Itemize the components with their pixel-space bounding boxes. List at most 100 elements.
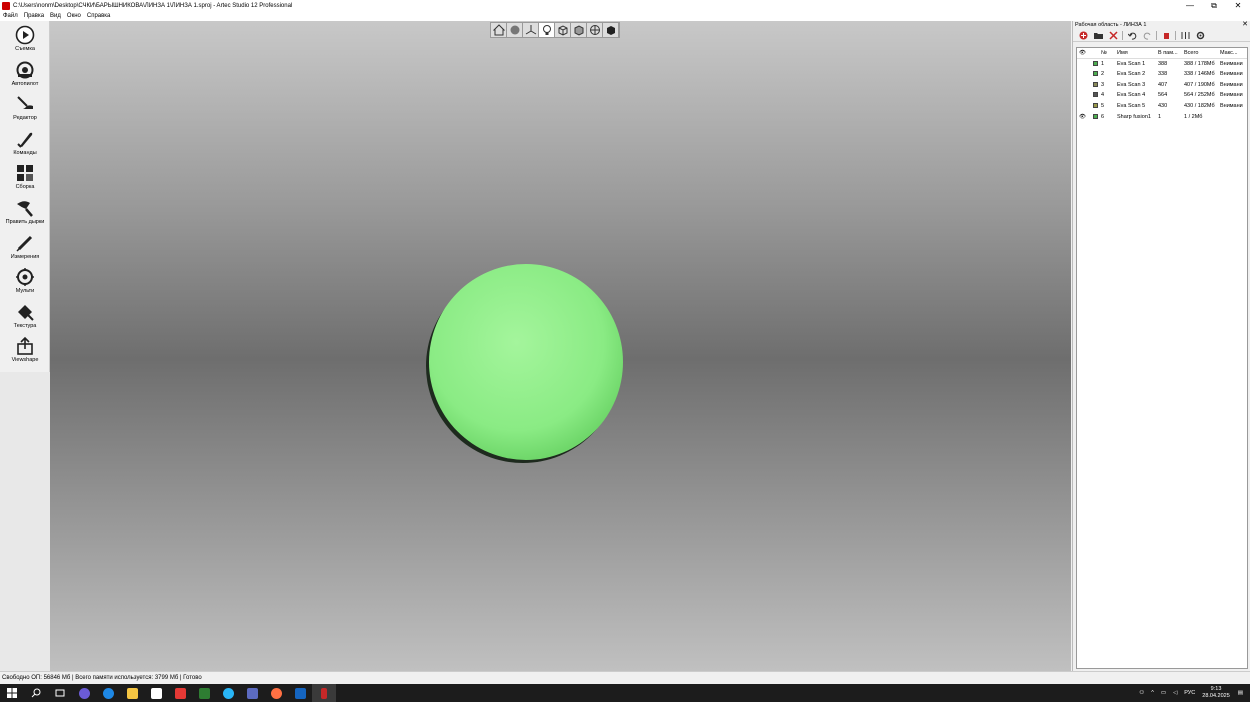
taskbar-app[interactable] — [72, 684, 96, 702]
visibility-column-header[interactable]: 👁 — [1077, 48, 1091, 59]
add-scan-button[interactable] — [1077, 30, 1089, 40]
pdf-icon — [174, 687, 186, 699]
undo-button[interactable] — [1126, 30, 1138, 40]
taskbar-app[interactable] — [168, 684, 192, 702]
volume-icon[interactable]: ◁ — [1173, 690, 1177, 696]
menu-window[interactable]: Окно — [67, 13, 81, 19]
excel-icon — [198, 687, 210, 699]
menu-edit[interactable]: Правка — [24, 13, 44, 19]
view-cube-2-button[interactable] — [571, 23, 587, 37]
number-column-header[interactable]: № — [1099, 48, 1115, 59]
open-folder-button[interactable] — [1092, 30, 1104, 40]
taskbar-app[interactable] — [96, 684, 120, 702]
network-icon[interactable]: ▭ — [1161, 690, 1166, 696]
people-icon[interactable]: ⚇ — [1139, 690, 1144, 696]
scan-total: 388 / 178Мб — [1184, 60, 1215, 67]
table-row[interactable]: 1 Eva Scan 1 388 388 / 178Мб Внимани — [1077, 58, 1247, 69]
panel-toolbar — [1073, 29, 1250, 42]
tool-editor[interactable]: Редактор — [0, 90, 50, 125]
visibility-toggle[interactable] — [1077, 79, 1091, 90]
redo-icon — [1143, 32, 1150, 40]
tool-assembly[interactable]: Сборка — [0, 159, 50, 194]
table-row[interactable]: 4 Eva Scan 4 564 564 / 252Мб Внимани — [1077, 90, 1247, 101]
taskbar-app[interactable] — [120, 684, 144, 702]
search-button[interactable] — [24, 684, 48, 702]
upload-icon — [17, 337, 33, 356]
status-bar: Свободно ОП: 56846 Мб | Всего памяти исп… — [0, 671, 1250, 684]
scan-name: Eva Scan 4 — [1117, 92, 1146, 99]
cube-solid-icon — [606, 26, 615, 35]
remove-button[interactable] — [1160, 30, 1172, 40]
total-column-header[interactable]: Всего — [1182, 48, 1218, 59]
settings-button[interactable] — [1194, 30, 1206, 40]
view-globe-button[interactable] — [587, 23, 603, 37]
menu-file[interactable]: Файл — [3, 13, 18, 19]
task-view-button[interactable] — [48, 684, 72, 702]
redo-button[interactable] — [1141, 30, 1153, 40]
visibility-toggle[interactable] — [1077, 69, 1091, 80]
start-button[interactable] — [0, 684, 24, 702]
separator — [1122, 30, 1123, 40]
table-row[interactable]: 2 Eva Scan 2 338 338 / 146Мб Внимани — [1077, 69, 1247, 80]
visibility-toggle[interactable]: 👁 — [1077, 111, 1091, 122]
view-light-button[interactable] — [539, 23, 555, 37]
tool-fix-holes[interactable]: Править дырки — [0, 194, 50, 229]
memory-column-header[interactable]: В пам... — [1156, 48, 1182, 59]
tool-viewshape[interactable]: Viewshape — [0, 332, 50, 367]
tool-commands[interactable]: Команды — [0, 125, 50, 160]
delete-button[interactable] — [1107, 30, 1119, 40]
tool-capture[interactable]: Съемка — [0, 21, 50, 56]
visibility-toggle[interactable] — [1077, 101, 1091, 112]
restore-button[interactable]: ⧉ — [1202, 0, 1226, 11]
color-column-header — [1091, 48, 1099, 59]
gear-icon — [1196, 31, 1204, 39]
scanned-lens-model[interactable] — [426, 264, 624, 464]
visibility-toggle[interactable] — [1077, 58, 1091, 69]
visibility-toggle[interactable] — [1077, 90, 1091, 101]
menu-view[interactable]: Вид — [50, 13, 61, 19]
name-column-header[interactable]: Имя — [1115, 48, 1156, 59]
table-row[interactable]: 5 Eva Scan 5 430 430 / 182Мб Внимани — [1077, 101, 1247, 112]
tray-chevron-icon[interactable]: ^ — [1151, 690, 1154, 696]
language-indicator[interactable]: РУС — [1184, 690, 1195, 696]
taskbar-app[interactable] — [192, 684, 216, 702]
max-column-header[interactable]: Макс... — [1218, 48, 1247, 59]
teams-icon — [246, 687, 258, 699]
panel-close-button[interactable]: ✕ — [1242, 21, 1248, 29]
scan-total: 564 / 252Мб — [1184, 92, 1215, 99]
minimize-button[interactable]: — — [1178, 0, 1202, 11]
notification-icon[interactable]: ▤ — [1238, 690, 1243, 696]
taskbar-app[interactable] — [264, 684, 288, 702]
clock[interactable]: 9:13 28.04.2025 — [1202, 686, 1230, 700]
3d-viewport[interactable] — [50, 21, 1071, 671]
taskbar-app[interactable] — [240, 684, 264, 702]
view-solid-button[interactable] — [603, 23, 619, 37]
view-axes-button[interactable] — [523, 23, 539, 37]
assembly-icon — [17, 165, 33, 182]
tool-autopilot[interactable]: Автопилот — [0, 56, 50, 91]
scan-total: 338 / 146Мб — [1184, 71, 1215, 78]
tool-texture[interactable]: Текстура — [0, 298, 50, 333]
view-render-button[interactable] — [507, 23, 523, 37]
menu-help[interactable]: Справка — [87, 13, 111, 19]
taskbar-app[interactable] — [288, 684, 312, 702]
scan-name: Sharp fusion1 — [1117, 113, 1151, 120]
taskbar-app[interactable] — [144, 684, 168, 702]
artec-studio-icon — [321, 687, 327, 699]
taskbar-app[interactable] — [216, 684, 240, 702]
scan-color-indicator — [1093, 92, 1098, 98]
task-view-icon — [55, 689, 65, 697]
table-row[interactable]: 👁 6 Sharp fusion1 1 1 / 2Мб — [1077, 111, 1247, 122]
view-home-button[interactable] — [491, 23, 507, 37]
tool-multi[interactable]: Мульти — [0, 263, 50, 298]
table-row[interactable]: 3 Eva Scan 3 407 407 / 190Мб Внимани — [1077, 79, 1247, 90]
scan-memory: 338 — [1158, 71, 1168, 78]
scan-number: 6 — [1101, 113, 1105, 120]
view-cube-1-button[interactable] — [555, 23, 571, 37]
taskbar-app-active[interactable] — [312, 684, 336, 702]
columns-button[interactable] — [1179, 30, 1191, 40]
tool-measure[interactable]: Измерения — [0, 229, 50, 264]
scan-number: 5 — [1101, 103, 1105, 110]
tools-sidebar: Съемка Автопилот Редактор Команды Сборка… — [0, 21, 50, 372]
close-button[interactable]: ✕ — [1226, 0, 1250, 11]
